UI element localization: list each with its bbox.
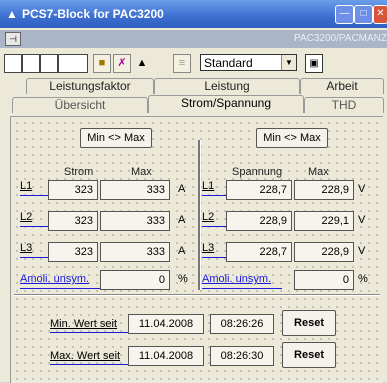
chevron-down-icon[interactable]: ▼ (281, 55, 296, 70)
tab-strom-spannung[interactable]: Strom/Spannung (148, 95, 304, 113)
minimize-button[interactable]: — (335, 5, 354, 24)
current-max-field: 333 (100, 180, 170, 200)
current-unit: A (178, 214, 186, 226)
voltage-max-field: 228,9 (294, 242, 354, 262)
row-underline (20, 257, 50, 258)
row-underline (20, 288, 100, 289)
status-box-1 (4, 54, 22, 73)
row-underline (202, 195, 228, 196)
row-underline (202, 288, 282, 289)
current-row-label[interactable]: L3 (20, 242, 32, 254)
tab-leistungsfaktor[interactable]: Leistungsfaktor (26, 78, 154, 94)
tab-thd[interactable]: THD (304, 97, 384, 113)
current-value-field: 323 (48, 242, 98, 262)
list-icon[interactable]: ≡ (173, 54, 191, 73)
title-bar[interactable]: ▲ PCS7-Block for PAC3200 — □ ✕ (0, 0, 387, 28)
voltage-unit: V (358, 183, 366, 195)
view-select[interactable]: Standard ▼ (200, 54, 297, 71)
voltage-value-field: 228,7 (226, 242, 292, 262)
tab-leistung[interactable]: Leistung (154, 78, 300, 94)
row-underline (20, 195, 50, 196)
current-max-field: 333 (100, 242, 170, 262)
voltage-col-header: Spannung (232, 166, 283, 178)
voltage-row-label[interactable]: L1 (202, 180, 214, 192)
max-since-label[interactable]: Max. Wert seit (50, 350, 120, 362)
current-asym-field: 0 (100, 270, 170, 290)
current-value-field: 323 (48, 180, 98, 200)
min-since-label[interactable]: Min. Wert seit (50, 318, 117, 330)
current-unit: A (178, 245, 186, 257)
column-divider (198, 140, 201, 290)
current-asym-unit: % (178, 273, 188, 285)
maximize-button[interactable]: □ (354, 5, 373, 24)
plant-path-bar: ⊣ PAC3200/PACMANZ (0, 30, 387, 48)
status-box-2 (22, 54, 40, 73)
voltage-max-header: Max (308, 166, 329, 178)
row-underline (50, 332, 128, 333)
voltage-unit: V (358, 214, 366, 226)
close-button[interactable]: ✕ (373, 5, 387, 24)
current-col-header: Strom (64, 166, 94, 178)
current-asym-label[interactable]: Amoli. unsym. (20, 273, 89, 285)
window-title: PCS7-Block for PAC3200 (22, 7, 164, 21)
current-max-field: 333 (100, 211, 170, 231)
tab-uebersicht[interactable]: Übersicht (12, 97, 148, 113)
current-max-header: Max (131, 166, 152, 178)
voltage-minmax-button[interactable]: Min <> Max (256, 128, 328, 148)
app-icon: ▲ (6, 7, 18, 21)
row-underline (20, 226, 50, 227)
voltage-max-field: 229,1 (294, 211, 354, 231)
tab-arbeit[interactable]: Arbeit (300, 78, 384, 94)
row-underline (202, 257, 228, 258)
voltage-max-field: 228,9 (294, 180, 354, 200)
voltage-asym-unit: % (358, 273, 368, 285)
toolbar: ■ ✗ ▲ ≡ Standard ▼ ▣ (0, 50, 387, 76)
bell-icon[interactable]: ▲ (133, 54, 151, 73)
current-unit: A (178, 183, 186, 195)
section-divider (14, 294, 380, 296)
current-value-field: 323 (48, 211, 98, 231)
open-window-icon[interactable]: ▣ (305, 54, 323, 73)
view-select-value: Standard (204, 56, 253, 70)
min-time-field: 08:26:26 (210, 314, 274, 334)
voltage-value-field: 228,7 (226, 180, 292, 200)
voltage-value-field: 228,9 (226, 211, 292, 231)
app-window: ▲ PCS7-Block for PAC3200 — □ ✕ ⊣ PAC3200… (0, 0, 387, 383)
min-date-field: 11.04.2008 (128, 314, 204, 334)
status-box-3 (40, 54, 58, 73)
lock-icon[interactable]: ■ (93, 54, 111, 73)
voltage-asym-field: 0 (294, 270, 354, 290)
edit-icon[interactable]: ✗ (113, 54, 131, 73)
current-minmax-button[interactable]: Min <> Max (80, 128, 152, 148)
voltage-row-label[interactable]: L3 (202, 242, 214, 254)
reset-min-button[interactable]: Reset (282, 310, 336, 336)
reset-max-button[interactable]: Reset (282, 342, 336, 368)
voltage-row-label[interactable]: L2 (202, 211, 214, 223)
pin-icon[interactable]: ⊣ (5, 32, 21, 46)
current-row-label[interactable]: L2 (20, 211, 32, 223)
row-underline (202, 226, 228, 227)
status-box-4 (58, 54, 88, 73)
voltage-asym-label[interactable]: Amoli. unsym. (202, 273, 271, 285)
row-underline (50, 364, 128, 365)
voltage-unit: V (358, 245, 366, 257)
current-row-label[interactable]: L1 (20, 180, 32, 192)
max-time-field: 08:26:30 (210, 346, 274, 366)
max-date-field: 11.04.2008 (128, 346, 204, 366)
plant-path: PAC3200/PACMANZ (294, 33, 387, 44)
